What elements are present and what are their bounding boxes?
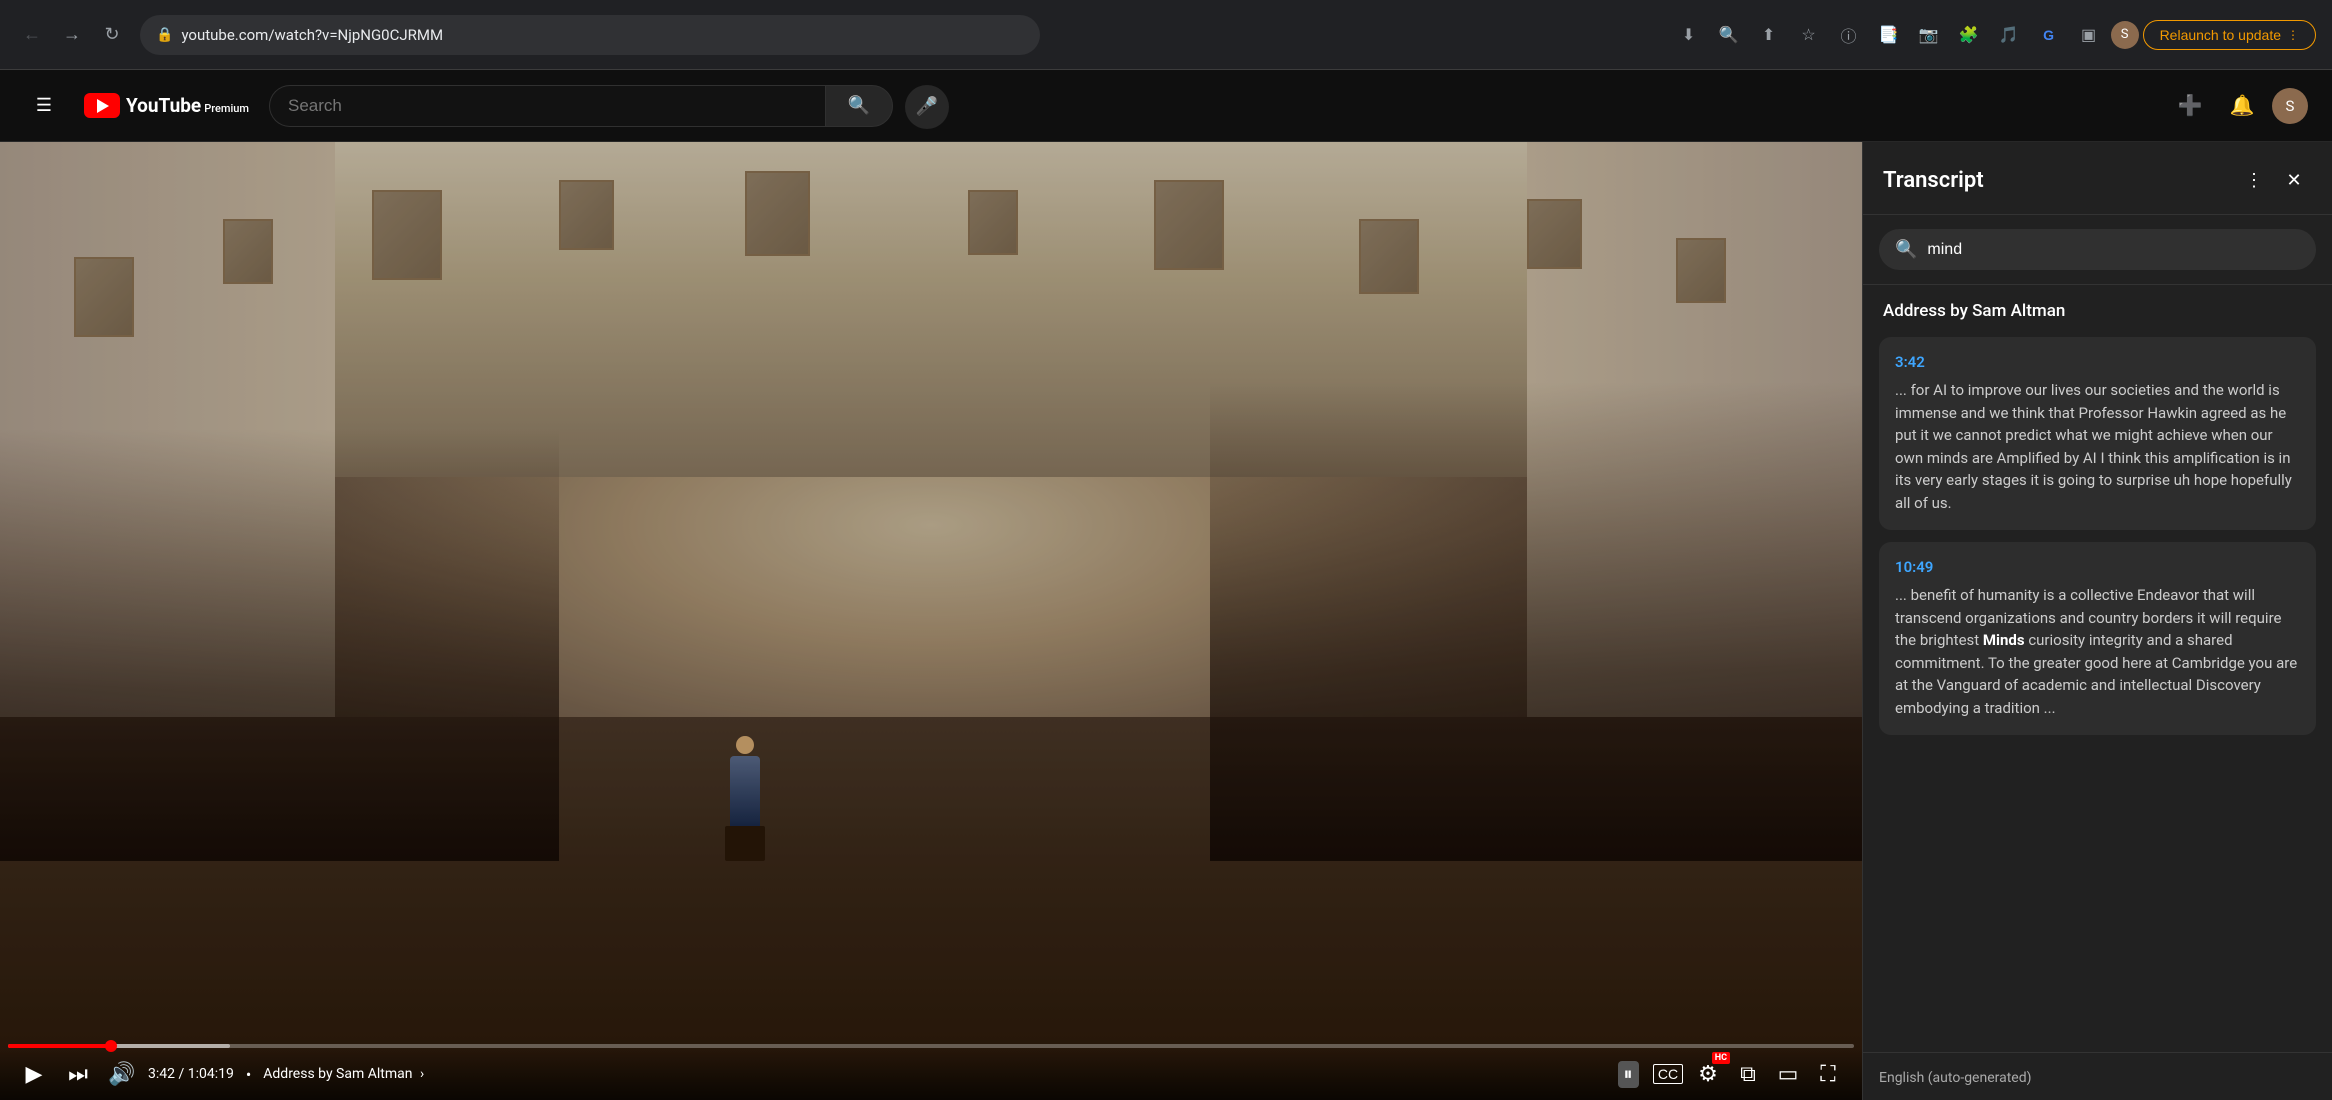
transcript-content: Address by Sam Altman 3:42 ... for AI to… bbox=[1863, 285, 2332, 1052]
microphone-icon: 🎤 bbox=[916, 96, 938, 117]
hamburger-menu-button[interactable]: ☰ bbox=[24, 86, 64, 126]
search-page-btn[interactable]: 🔍 bbox=[1711, 17, 1747, 53]
volume-button[interactable]: 🔊 bbox=[104, 1056, 140, 1092]
url-text: youtube.com/watch?v=NjpNG0CJRMM bbox=[181, 26, 443, 44]
voice-search-button[interactable]: 🎤 bbox=[905, 85, 949, 129]
fullscreen-button[interactable]: ⛶ bbox=[1810, 1056, 1846, 1092]
theater-mode-button[interactable]: ▭ bbox=[1770, 1056, 1806, 1092]
notifications-button[interactable]: 🔔 bbox=[2220, 84, 2264, 128]
transcript-search-wrapper[interactable]: 🔍 bbox=[1879, 229, 2316, 270]
entry-time-1: 3:42 bbox=[1895, 353, 2300, 371]
miniplayer-button[interactable]: ⧉ bbox=[1730, 1056, 1766, 1092]
lock-icon: 🔒 bbox=[156, 27, 173, 43]
hc-badge: HC bbox=[1712, 1052, 1730, 1064]
youtube-logo-link[interactable]: YouTube Premium bbox=[84, 93, 249, 118]
media-btn[interactable]: 🎵 bbox=[1991, 17, 2027, 53]
video-overlay bbox=[0, 142, 1862, 1100]
transcript-title: Transcript bbox=[1883, 168, 1984, 193]
cc-icon: CC bbox=[1653, 1064, 1683, 1084]
close-icon: ✕ bbox=[2286, 170, 2301, 191]
more-options-icon: ⋮ bbox=[2245, 170, 2263, 191]
create-video-button[interactable]: ➕ bbox=[2168, 84, 2212, 128]
bell-icon: 🔔 bbox=[2230, 93, 2255, 118]
bookmark-btn[interactable]: ☆ bbox=[1791, 17, 1827, 53]
volume-icon: 🔊 bbox=[108, 1061, 135, 1087]
cc-button[interactable]: CC bbox=[1650, 1056, 1686, 1092]
transcript-search-icon: 🔍 bbox=[1895, 239, 1917, 260]
search-input[interactable] bbox=[288, 96, 807, 116]
extensions-btn[interactable]: 🧩 bbox=[1951, 17, 1987, 53]
search-submit-icon: 🔍 bbox=[848, 95, 870, 116]
refresh-button[interactable]: ↻ bbox=[96, 19, 128, 51]
screenshot-btn[interactable]: 📷 bbox=[1911, 17, 1947, 53]
video-section: ▶ ⏭ 🔊 3:42 / 1:04:19 • Address by Sam Al… bbox=[0, 142, 1862, 1100]
video-controls: ▶ ⏭ 🔊 3:42 / 1:04:19 • Address by Sam Al… bbox=[0, 1048, 1862, 1100]
sidebar-btn[interactable]: ▣ bbox=[2071, 17, 2107, 53]
highlight-minds: Minds bbox=[1983, 631, 2025, 649]
time-display: 3:42 / 1:04:19 bbox=[148, 1066, 234, 1082]
play-button[interactable]: ▶ bbox=[16, 1056, 52, 1092]
youtube-logo-icon bbox=[84, 93, 120, 118]
search-submit-button[interactable]: 🔍 bbox=[825, 85, 893, 127]
controls-right: ⏸ CC ⚙ HC ⧉ ▭ bbox=[1610, 1056, 1846, 1092]
settings-wrap: ⚙ HC bbox=[1690, 1056, 1726, 1092]
miniplayer-icon: ⧉ bbox=[1740, 1061, 1756, 1087]
relaunch-label: Relaunch to update bbox=[2160, 27, 2281, 43]
next-button[interactable]: ⏭ bbox=[60, 1056, 96, 1092]
back-button[interactable]: ← bbox=[16, 19, 48, 51]
yt-header-right: ➕ 🔔 S bbox=[2168, 84, 2308, 128]
video-title-display: Address by Sam Altman › bbox=[263, 1066, 424, 1082]
language-label: English (auto-generated) bbox=[1879, 1070, 2032, 1086]
next-icon: ⏭ bbox=[68, 1061, 88, 1087]
settings-icon: ⚙ bbox=[1698, 1061, 1718, 1087]
transcript-entry-1[interactable]: 3:42 ... for AI to improve our lives our… bbox=[1879, 337, 2316, 530]
entry-time-2: 10:49 bbox=[1895, 558, 2300, 576]
browser-chrome: ← → ↻ 🔒 youtube.com/watch?v=NjpNG0CJRMM … bbox=[0, 0, 2332, 70]
google-btn[interactable]: G bbox=[2031, 17, 2067, 53]
create-icon: ➕ bbox=[2178, 93, 2203, 118]
download-icon-btn[interactable]: ⬇ bbox=[1671, 17, 1707, 53]
youtube-logo-text: YouTube bbox=[126, 94, 201, 117]
play-icon: ▶ bbox=[26, 1061, 43, 1087]
premium-badge: Premium bbox=[204, 102, 249, 115]
info-btn[interactable]: ⓘ bbox=[1831, 17, 1867, 53]
pause-icon: ⏸ bbox=[1618, 1061, 1639, 1088]
transcript-entry-2[interactable]: 10:49 ... benefit of humanity is a colle… bbox=[1879, 542, 2316, 735]
entry-text-1: ... for AI to improve our lives our soci… bbox=[1895, 379, 2300, 514]
transcript-panel: Transcript ⋮ ✕ 🔍 Address by Sam Altman 3… bbox=[1862, 142, 2332, 1100]
pause-autoplay-button[interactable]: ⏸ bbox=[1610, 1056, 1646, 1092]
search-input-wrapper[interactable] bbox=[269, 85, 825, 127]
user-avatar[interactable]: S bbox=[2272, 88, 2308, 124]
forward-button[interactable]: → bbox=[56, 19, 88, 51]
transcript-header-icons: ⋮ ✕ bbox=[2236, 162, 2312, 198]
transcript-footer: English (auto-generated) bbox=[1863, 1052, 2332, 1100]
relaunch-menu-icon: ⋮ bbox=[2287, 28, 2299, 42]
transcript-search: 🔍 bbox=[1863, 215, 2332, 285]
video-container[interactable]: ▶ ⏭ 🔊 3:42 / 1:04:19 • Address by Sam Al… bbox=[0, 142, 1862, 1100]
share-btn[interactable]: ⬆ bbox=[1751, 17, 1787, 53]
main-content: ▶ ⏭ 🔊 3:42 / 1:04:19 • Address by Sam Al… bbox=[0, 142, 2332, 1100]
transcript-video-title: Address by Sam Altman bbox=[1879, 301, 2316, 321]
bookmark-manager-btn[interactable]: 📑 bbox=[1871, 17, 1907, 53]
transcript-more-options-button[interactable]: ⋮ bbox=[2236, 162, 2272, 198]
address-bar[interactable]: 🔒 youtube.com/watch?v=NjpNG0CJRMM bbox=[140, 15, 1040, 55]
transcript-close-button[interactable]: ✕ bbox=[2276, 162, 2312, 198]
browser-profile-avatar[interactable]: S bbox=[2111, 21, 2139, 49]
browser-actions: ⬇ 🔍 ⬆ ☆ ⓘ 📑 📷 🧩 🎵 G ▣ S Relaunch to upda… bbox=[1671, 17, 2316, 53]
fullscreen-icon: ⛶ bbox=[1820, 1061, 1835, 1087]
search-container: 🔍 🎤 bbox=[269, 85, 949, 127]
browser-nav-buttons: ← → ↻ bbox=[16, 19, 128, 51]
transcript-header: Transcript ⋮ ✕ bbox=[1863, 142, 2332, 215]
youtube-header: ☰ YouTube Premium 🔍 🎤 ➕ 🔔 S bbox=[0, 70, 2332, 142]
theater-icon: ▭ bbox=[1778, 1061, 1799, 1087]
transcript-search-input[interactable] bbox=[1927, 241, 2300, 259]
entry-text-2: ... benefit of humanity is a collective … bbox=[1895, 584, 2300, 719]
relaunch-button[interactable]: Relaunch to update ⋮ bbox=[2143, 20, 2316, 50]
